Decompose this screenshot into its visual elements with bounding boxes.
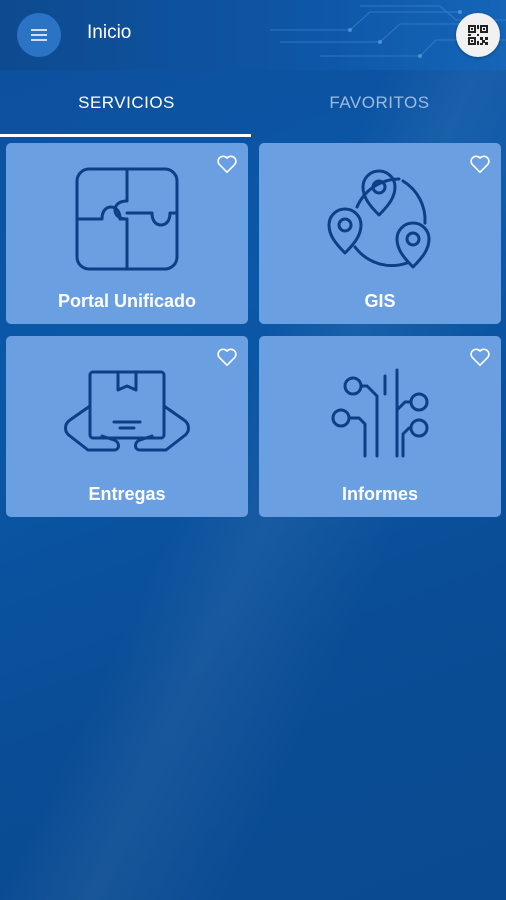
circuit-icon bbox=[331, 368, 429, 458]
service-card-informes[interactable]: Informes bbox=[259, 336, 501, 517]
service-card-entregas[interactable]: Entregas bbox=[6, 336, 248, 517]
package-hands-icon bbox=[64, 370, 190, 452]
map-pins-icon bbox=[327, 169, 431, 269]
favorite-heart-icon[interactable] bbox=[216, 154, 238, 174]
puzzle-icon bbox=[75, 167, 179, 271]
service-label: Portal Unificado bbox=[57, 291, 196, 311]
tab-bar: SERVICIOS FAVORITOS bbox=[0, 70, 506, 138]
app-bar: Inicio bbox=[0, 0, 506, 70]
service-card-portal-unificado[interactable]: Portal Unificado bbox=[6, 143, 248, 324]
menu-button[interactable] bbox=[17, 13, 61, 57]
favorite-heart-icon[interactable] bbox=[216, 347, 238, 367]
service-label: Informes bbox=[341, 484, 419, 504]
favorite-heart-icon[interactable] bbox=[469, 347, 491, 367]
service-card-gis[interactable]: GIS bbox=[259, 143, 501, 324]
qr-scan-button[interactable] bbox=[456, 13, 500, 57]
favorite-heart-icon[interactable] bbox=[469, 154, 491, 174]
tab-servicios[interactable]: SERVICIOS bbox=[0, 70, 253, 136]
active-tab-indicator bbox=[0, 134, 251, 137]
service-label: GIS bbox=[364, 291, 396, 311]
page-title: Inicio bbox=[87, 22, 132, 43]
qr-code-icon bbox=[468, 25, 488, 45]
service-label: Entregas bbox=[88, 484, 166, 504]
tab-favoritos[interactable]: FAVORITOS bbox=[253, 70, 506, 136]
hamburger-icon bbox=[31, 29, 47, 41]
